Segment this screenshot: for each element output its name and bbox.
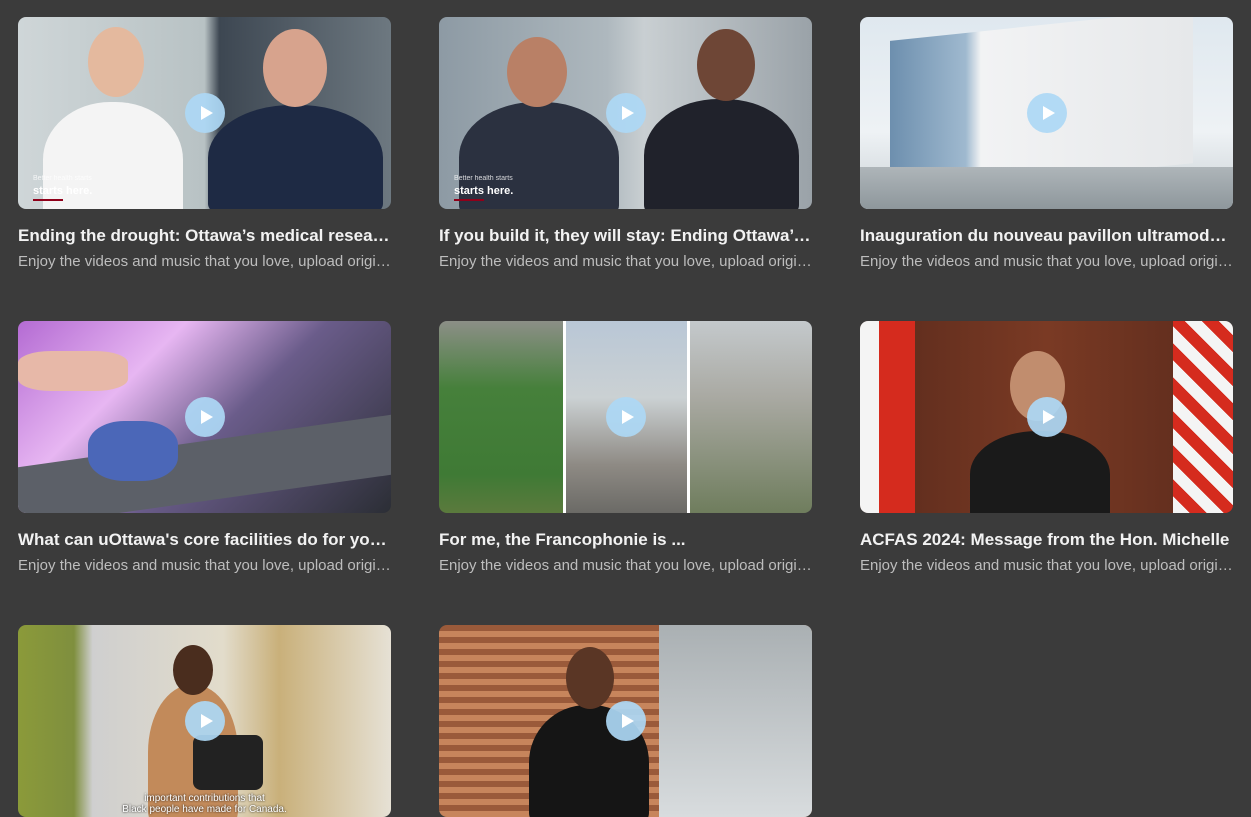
- video-card[interactable]: [439, 625, 812, 817]
- video-card[interactable]: important contributions that Black peopl…: [18, 625, 391, 817]
- video-card[interactable]: What can uOttawa's core facilities do fo…: [18, 321, 391, 576]
- video-thumbnail[interactable]: [860, 321, 1233, 513]
- video-description: Enjoy the videos and music that you love…: [439, 557, 812, 574]
- video-description: Enjoy the videos and music that you love…: [860, 557, 1233, 574]
- video-thumbnail[interactable]: Better health starts starts here.: [18, 17, 391, 209]
- video-title[interactable]: If you build it, they will stay: Ending …: [439, 226, 812, 246]
- play-icon[interactable]: [184, 397, 225, 437]
- play-icon[interactable]: [1026, 93, 1067, 133]
- play-icon[interactable]: [1026, 397, 1067, 437]
- video-title[interactable]: ACFAS 2024: Message from the Hon. Michel…: [860, 530, 1233, 550]
- video-thumbnail[interactable]: [439, 625, 812, 817]
- video-thumbnail[interactable]: important contributions that Black peopl…: [18, 625, 391, 817]
- video-thumbnail[interactable]: [18, 321, 391, 513]
- video-description: Enjoy the videos and music that you love…: [439, 253, 812, 270]
- video-card[interactable]: Better health starts starts here. If you…: [439, 17, 812, 272]
- play-icon[interactable]: [184, 93, 225, 133]
- video-caption: Better health starts starts here.: [454, 173, 513, 201]
- video-description: Enjoy the videos and music that you love…: [18, 253, 391, 270]
- video-card[interactable]: Better health starts starts here. Ending…: [18, 17, 391, 272]
- play-icon[interactable]: [184, 701, 225, 741]
- play-icon[interactable]: [605, 397, 646, 437]
- video-title[interactable]: What can uOttawa's core facilities do fo…: [18, 530, 391, 550]
- play-icon[interactable]: [605, 93, 646, 133]
- video-thumbnail[interactable]: [860, 17, 1233, 209]
- video-grid: Better health starts starts here. Ending…: [0, 0, 1251, 817]
- video-thumbnail[interactable]: [439, 321, 812, 513]
- video-title[interactable]: For me, the Francophonie is ...: [439, 530, 812, 550]
- video-card[interactable]: For me, the Francophonie is ... Enjoy th…: [439, 321, 812, 576]
- video-title[interactable]: Inauguration du nouveau pavillon ultramo…: [860, 226, 1233, 246]
- video-description: Enjoy the videos and music that you love…: [18, 557, 391, 574]
- video-thumbnail[interactable]: Better health starts starts here.: [439, 17, 812, 209]
- video-description: Enjoy the videos and music that you love…: [860, 253, 1233, 270]
- video-card[interactable]: Inauguration du nouveau pavillon ultramo…: [860, 17, 1233, 272]
- video-title[interactable]: Ending the drought: Ottawa’s medical res…: [18, 226, 391, 246]
- video-card[interactable]: ACFAS 2024: Message from the Hon. Michel…: [860, 321, 1233, 576]
- video-subtitle: important contributions that Black peopl…: [122, 793, 287, 815]
- video-caption: Better health starts starts here.: [33, 173, 92, 201]
- play-icon[interactable]: [605, 701, 646, 741]
